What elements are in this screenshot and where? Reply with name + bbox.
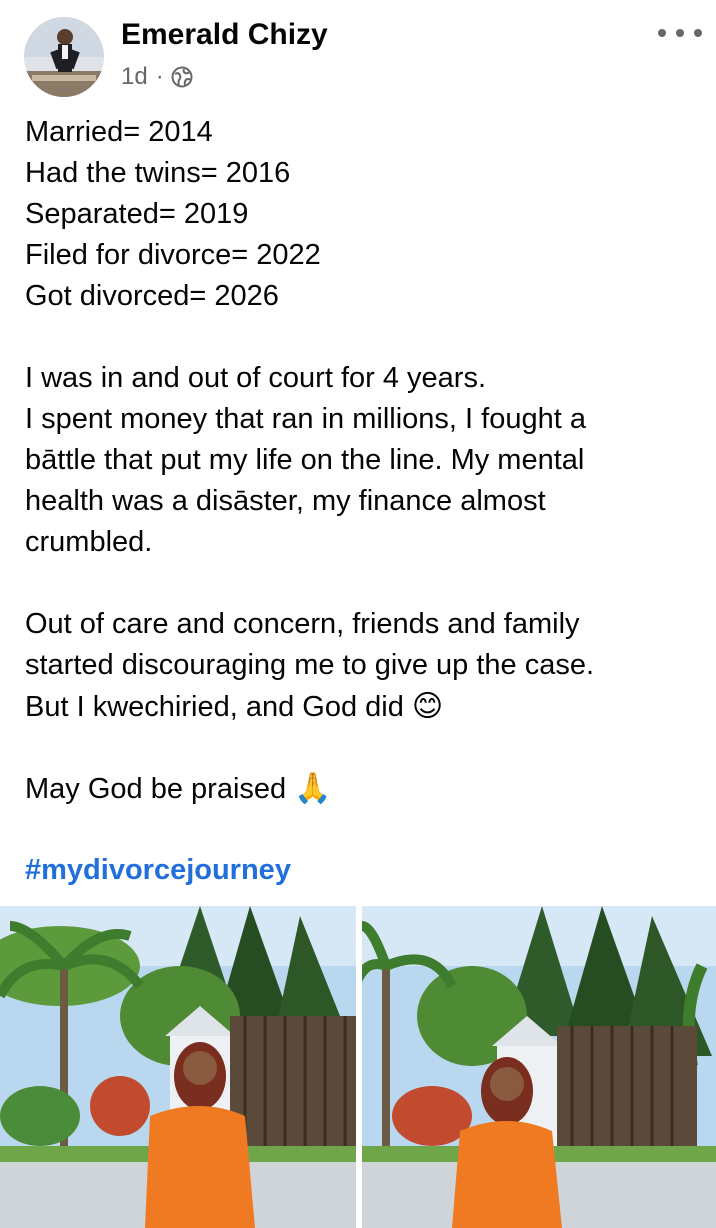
post-line: I spent money that ran in millions, I fo…	[25, 403, 586, 435]
post-line: I was in and out of court for 4 years.	[25, 362, 487, 394]
post-line: Out of care and concern, friends and fam…	[25, 608, 580, 640]
more-options-icon	[658, 29, 666, 37]
post-line: Had the twins= 2016	[25, 157, 291, 189]
author-avatar[interactable]	[24, 17, 104, 97]
more-options-button[interactable]	[658, 20, 702, 46]
post-line-with-emoji: But I kwechiried, and God did 😊	[25, 686, 695, 727]
post-line: Filed for divorce= 2022	[25, 239, 321, 271]
smiling-face-emoji-icon: 😊	[411, 689, 444, 724]
post-line: started discouraging me to give up the c…	[25, 649, 595, 681]
post-line-with-emoji: May God be praised 🙏	[25, 768, 695, 809]
praying-hands-emoji-icon: 🙏	[294, 771, 332, 806]
post-photo-1[interactable]	[0, 906, 356, 1228]
post-line-text: But I kwechiried, and God did	[25, 691, 404, 723]
post-line: health was a disāster, my finance almost	[25, 485, 546, 517]
hashtag-line: #mydivorcejourney	[25, 850, 695, 891]
post-photos	[0, 906, 716, 1228]
post-line: Got divorced= 2026	[25, 280, 279, 312]
meta-separator: ·	[155, 63, 164, 90]
post-photo-2[interactable]	[362, 906, 716, 1228]
post-line: crumbled.	[25, 526, 153, 558]
post-meta: 1d ·	[121, 62, 193, 92]
author-name[interactable]: Emerald Chizy	[121, 18, 328, 52]
hashtag-link[interactable]: #mydivorcejourney	[25, 854, 291, 886]
globe-icon[interactable]	[171, 66, 193, 88]
post-body: Married= 2014 Had the twins= 2016 Separa…	[25, 112, 695, 891]
post-time[interactable]: 1d	[121, 63, 148, 91]
post-header: Emerald Chizy 1d ·	[0, 0, 716, 110]
post-line: Separated= 2019	[25, 198, 249, 230]
post-line: Married= 2014	[25, 116, 213, 148]
post-line: bāttle that put my life on the line. My …	[25, 444, 585, 476]
post-line-text: May God be praised	[25, 773, 287, 805]
